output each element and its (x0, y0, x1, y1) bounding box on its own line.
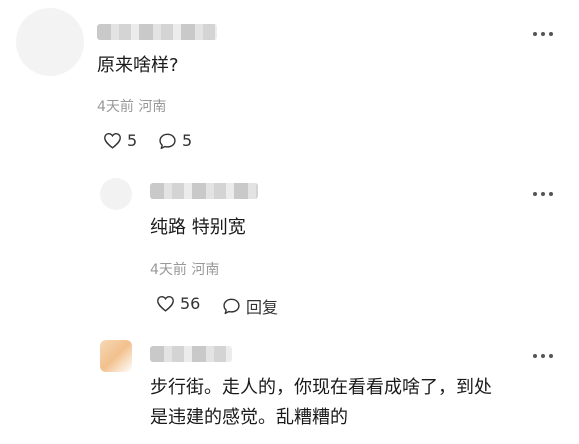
heart-outline-icon (104, 133, 121, 149)
comment-text-line-2: 是违建的感觉。乱糟糟的 (150, 407, 348, 428)
reply-button[interactable]: 回复 (222, 294, 278, 318)
comment-time: 4天前 (97, 99, 134, 115)
heart-outline-icon (157, 296, 174, 312)
comment-text: 纯路 特别宽 (150, 217, 246, 238)
more-options-button[interactable] (533, 30, 555, 38)
comment-location: 河南 (191, 262, 220, 278)
like-button[interactable]: 56 (156, 294, 200, 313)
speech-bubble-icon (223, 298, 240, 315)
avatar[interactable] (100, 178, 132, 210)
more-options-button[interactable] (533, 352, 555, 360)
reply-item: 步行街。走人的，你现在看看成啥了，到处 是违建的感觉。乱糟糟的 (0, 330, 579, 444)
like-count: 56 (180, 294, 201, 313)
reply-count-button[interactable]: 5 (158, 131, 192, 150)
more-dots-icon (533, 32, 537, 36)
comment-text-line-1: 步行街。走人的，你现在看看成啥了，到处 (150, 377, 492, 398)
speech-bubble-icon (159, 133, 176, 149)
reply-item: 纯路 特别宽 4天前 河南 56 回复 (0, 170, 579, 330)
like-count: 5 (127, 131, 138, 150)
reply-count: 5 (182, 131, 193, 150)
avatar[interactable] (16, 8, 84, 76)
username-redacted[interactable] (97, 24, 217, 40)
like-button[interactable]: 5 (103, 131, 137, 150)
comment-text: 原来啥样? (97, 55, 179, 76)
username-redacted[interactable] (150, 183, 258, 199)
avatar[interactable] (100, 340, 132, 372)
comment-meta: 4天前 河南 (97, 96, 166, 116)
more-options-button[interactable] (533, 190, 555, 198)
comment-time: 4天前 (150, 262, 187, 278)
username-redacted[interactable] (150, 346, 232, 362)
comment-location: 河南 (138, 99, 167, 115)
comment-meta: 4天前 河南 (150, 259, 219, 279)
reply-label: 回复 (246, 298, 279, 317)
more-dots-icon (533, 192, 537, 196)
more-dots-icon (533, 354, 537, 358)
comment-item: 原来啥样? 4天前 河南 5 5 (0, 0, 579, 170)
